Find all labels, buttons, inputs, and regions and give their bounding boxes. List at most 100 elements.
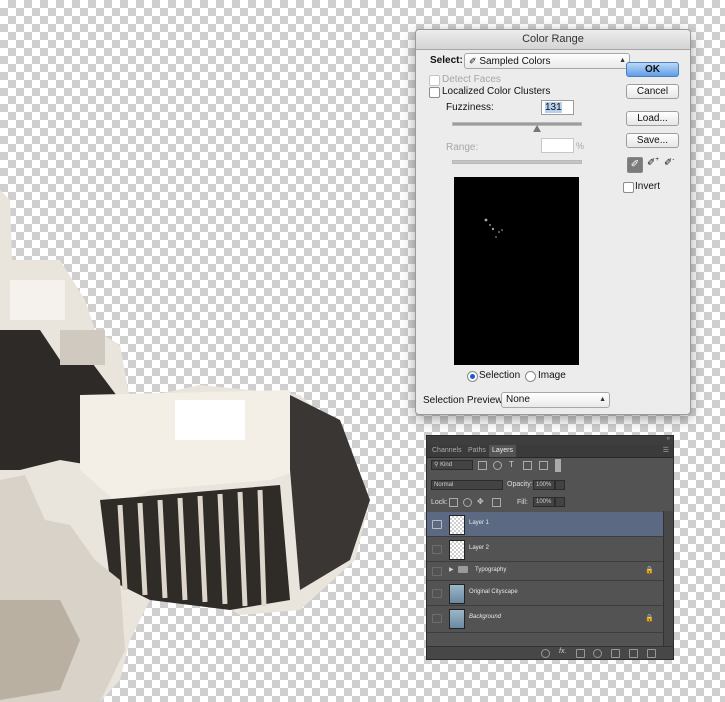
collapse-icon[interactable]: » — [667, 436, 670, 442]
opacity-input[interactable]: 100% — [533, 480, 555, 490]
lock-position-icon[interactable]: ✥ — [477, 497, 484, 506]
tab-paths[interactable]: Paths — [465, 445, 489, 457]
select-value: Sampled Colors — [479, 56, 551, 67]
lock-label: Lock: — [431, 499, 448, 506]
lock-icon: 🔒 — [645, 567, 654, 574]
load-button[interactable]: Load... — [626, 111, 679, 126]
layers-scrollbar[interactable] — [663, 511, 673, 646]
tab-layers[interactable]: Layers — [489, 445, 517, 457]
visibility-toggle[interactable] — [432, 567, 442, 576]
filter-kind-value: Kind — [440, 462, 453, 468]
fill-label: Fill: — [517, 499, 528, 506]
range-unit: % — [576, 141, 585, 151]
add-mask-icon[interactable] — [576, 649, 585, 658]
fill-input[interactable]: 100% — [533, 497, 555, 507]
selection-preview-value: None — [506, 394, 530, 405]
select-label: Select: — [430, 55, 463, 66]
fuzziness-label: Fuzziness: — [446, 102, 494, 113]
layers-panel: » Channels Paths Layers ☰ ⚲ Kind T Norma… — [426, 435, 674, 660]
selection-preview-dropdown[interactable]: None ▲ — [501, 392, 610, 408]
layer-row-typography[interactable]: ▶ Typography 🔒 — [427, 562, 663, 581]
eyedropper-tool-icon[interactable]: ✐ — [627, 157, 643, 173]
save-button[interactable]: Save... — [626, 133, 679, 148]
blend-mode-dropdown[interactable]: Normal — [431, 480, 503, 490]
layer-thumbnail — [449, 584, 465, 604]
ok-button[interactable]: OK — [626, 62, 679, 77]
lock-transparency-icon[interactable] — [449, 498, 458, 507]
filter-adjustment-icon[interactable] — [493, 461, 502, 470]
filter-pixel-icon[interactable] — [478, 461, 487, 470]
visibility-eye-icon[interactable] — [432, 520, 442, 529]
invert-label: Invert — [635, 181, 661, 192]
expand-triangle-icon[interactable]: ▶ — [449, 566, 454, 573]
image-radio[interactable] — [525, 371, 536, 382]
selection-radio[interactable] — [467, 371, 478, 382]
layer-name: Layer 1 — [469, 520, 490, 526]
lock-icon: 🔒 — [645, 615, 654, 622]
range-label: Range: — [446, 142, 479, 153]
new-layer-icon[interactable] — [629, 649, 638, 658]
trash-icon[interactable] — [647, 649, 656, 658]
fuzziness-slider[interactable] — [452, 122, 582, 126]
range-slider[interactable] — [452, 160, 582, 164]
layer-row-layer-2[interactable]: Layer 2 — [427, 537, 663, 562]
layer-row-original-cityscape[interactable]: Original Cityscape — [427, 581, 663, 606]
lock-image-icon[interactable] — [463, 498, 472, 507]
layer-thumbnail — [449, 515, 465, 535]
layer-name: Typography — [475, 567, 507, 573]
layer-name: Original Cityscape — [469, 589, 518, 595]
tab-channels[interactable]: Channels — [429, 445, 465, 457]
visibility-toggle[interactable] — [432, 545, 442, 554]
preview-specks — [484, 218, 503, 238]
chevron-updown-icon: ▲ — [619, 57, 626, 64]
fuzziness-input[interactable]: 131 — [541, 100, 574, 115]
layers-footer: fx. — [427, 646, 673, 659]
image-radio-label: Image — [538, 370, 566, 381]
filter-toggle-icon[interactable] — [555, 459, 561, 472]
blend-mode-value: Normal — [434, 482, 454, 488]
invert-checkbox[interactable] — [623, 182, 634, 193]
filter-shape-icon[interactable] — [523, 461, 532, 470]
fx-icon[interactable]: fx. — [559, 648, 566, 655]
color-range-dialog: Color Range Select: ✐ Sampled Colors ▲ D… — [415, 29, 691, 415]
folder-icon — [458, 566, 468, 573]
visibility-toggle[interactable] — [432, 614, 442, 623]
filter-type-icon[interactable]: T — [509, 460, 514, 469]
fuzziness-slider-thumb[interactable] — [533, 125, 541, 132]
layer-row-layer-1[interactable]: Layer 1 — [427, 512, 663, 537]
opacity-dropdown[interactable] — [555, 480, 565, 490]
layer-thumbnail — [449, 609, 465, 629]
detect-faces-label: Detect Faces — [442, 74, 501, 85]
select-dropdown[interactable]: ✐ Sampled Colors ▲ — [464, 53, 630, 69]
link-layers-icon[interactable] — [541, 649, 550, 658]
cityscape-cutout — [0, 190, 370, 702]
layer-name: Background — [469, 614, 502, 620]
layer-name: Layer 2 — [469, 545, 490, 551]
panel-tabs: Channels Paths Layers ☰ — [427, 445, 673, 458]
range-input[interactable] — [541, 138, 574, 153]
search-icon: ⚲ — [434, 462, 439, 468]
selection-preview-canvas — [454, 177, 579, 365]
eyedropper-minus-icon[interactable]: ✐- — [664, 157, 674, 168]
cancel-button[interactable]: Cancel — [626, 84, 679, 99]
fuzziness-value: 131 — [545, 102, 562, 113]
new-group-icon[interactable] — [611, 649, 620, 658]
panel-menu-icon[interactable]: ☰ — [663, 446, 669, 454]
filter-smartobject-icon[interactable] — [539, 461, 548, 470]
eyedropper-plus-icon[interactable]: ✐+ — [647, 157, 659, 168]
localized-clusters-label: Localized Color Clusters — [442, 86, 551, 97]
filter-kind-dropdown[interactable]: ⚲ Kind — [431, 460, 473, 470]
detect-faces-checkbox[interactable] — [429, 75, 440, 86]
lock-all-icon[interactable] — [492, 498, 501, 507]
adjustment-layer-icon[interactable] — [593, 649, 602, 658]
visibility-toggle[interactable] — [432, 589, 442, 598]
localized-clusters-checkbox[interactable] — [429, 87, 440, 98]
canvas-image — [0, 190, 370, 702]
dialog-title: Color Range — [416, 30, 690, 50]
selection-preview-label: Selection Preview: — [423, 395, 506, 406]
selection-radio-label: Selection — [479, 370, 521, 381]
chevron-updown-icon: ▲ — [599, 396, 606, 403]
layer-thumbnail — [449, 540, 465, 560]
layer-row-background[interactable]: Background 🔒 — [427, 606, 663, 633]
fill-dropdown[interactable] — [555, 497, 565, 507]
